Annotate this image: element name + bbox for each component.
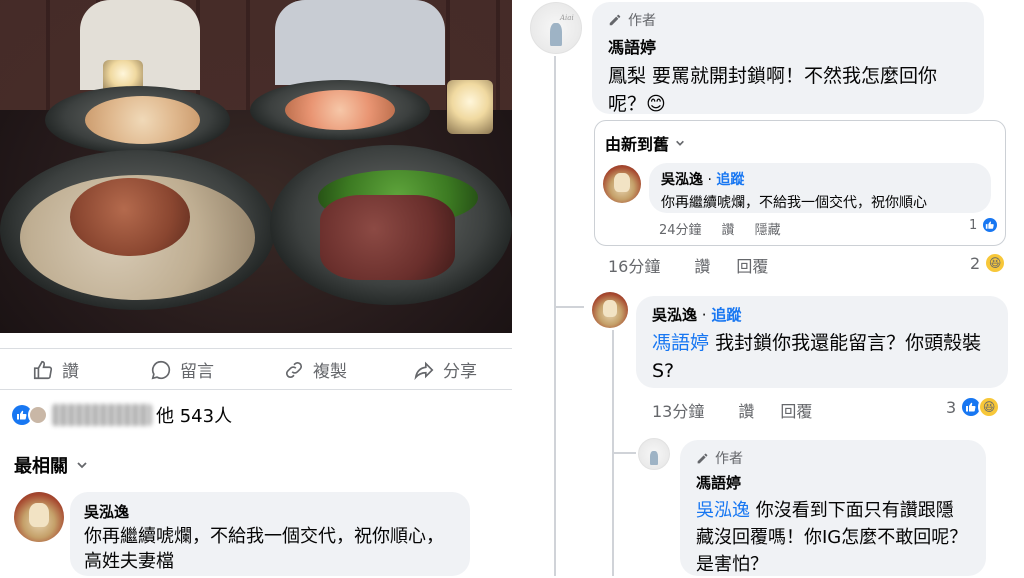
meta1-time: 16分鐘 (608, 257, 661, 276)
reply2-mention[interactable]: 吳泓逸 (696, 500, 750, 521)
link-icon (285, 361, 303, 378)
comment-reactions-1[interactable]: 2 😆 (970, 252, 1007, 274)
pasta (85, 96, 200, 144)
comment-meta-1: 16分鐘 讚 回覆 (608, 253, 768, 277)
reply1-bubble: 吳泓逸 · 追蹤 馮語婷 我封鎖你我還能留言？你頭殼裝S? (636, 296, 1008, 388)
pencil-icon (609, 14, 621, 26)
thread-branch-nested (614, 452, 636, 454)
post-action-bar: 讚 留言 複製 分享 (0, 348, 512, 390)
quoted-meta: 24分鐘 讚 隱藏 (659, 219, 781, 238)
reply2-bubble: 作者 馮語婷 吳泓逸 你沒看到下面只有讚跟隱藏沒回覆嗎！你IG怎麼不敢回呢？是害… (680, 440, 986, 576)
quoted-reactions[interactable]: 1 (969, 216, 1000, 234)
roast-duck (70, 178, 190, 256)
reaction-count: 他 543人 (156, 406, 233, 427)
quoted-bubble: 吳泓逸 · 追蹤 你再繼續唬爛，不給我一個交代，祝你順心 (649, 163, 991, 213)
author-name[interactable]: 馮語婷 (608, 34, 968, 58)
reply1-follow[interactable]: 追蹤 (711, 306, 741, 324)
sort-most-relevant[interactable]: 最相關 (14, 452, 88, 478)
sort-newest[interactable]: 由新到舊 (605, 131, 685, 155)
meta2-time: 13分鐘 (652, 402, 705, 421)
reply1-text-row: 馮語婷 我封鎖你我還能留言？你頭殼裝S? (652, 329, 992, 385)
author-avatar[interactable]: Aiai (530, 2, 582, 54)
sort-newest-label: 由新到舊 (605, 135, 670, 154)
author-badge: 作者 (696, 448, 970, 468)
like-reaction-icon (981, 216, 1000, 234)
comment-bubble: 吳泓逸 你再繼續唬爛，不給我一個交代，祝你順心，高姓夫妻檔 (70, 492, 470, 576)
reply1-avatar[interactable] (592, 292, 628, 328)
chevron-down-icon (77, 462, 87, 469)
haha-reaction-icon: 😆 (984, 252, 1007, 274)
reply2-text-row: 吳泓逸 你沒看到下面只有讚跟隱藏沒回覆嗎！你IG怎麼不敢回呢？是害怕？ (696, 497, 970, 578)
quoted-like[interactable]: 讚 (722, 219, 735, 238)
meta2-like[interactable]: 讚 (738, 398, 754, 422)
reply1-mention[interactable]: 馮語婷 (652, 332, 709, 354)
quoted-comment-card: 由新到舊 吳泓逸 · 追蹤 你再繼續唬爛，不給我一個交代，祝你順心 24分鐘 讚… (594, 120, 1006, 246)
pencil-icon (697, 453, 708, 463)
copy-label: 複製 (313, 362, 347, 382)
copy-button[interactable]: 複製 (283, 357, 347, 382)
comment-button[interactable]: 留言 (150, 357, 214, 382)
chevron-down-icon (676, 140, 684, 146)
steak (320, 195, 455, 280)
share-label: 分享 (443, 362, 477, 382)
like-label: 讚 (62, 362, 79, 382)
meta2-reply[interactable]: 回覆 (780, 398, 812, 422)
comment-bubble-icon (151, 360, 171, 379)
comment-reactions-2[interactable]: 3 😆 (946, 396, 1001, 418)
reply1-name[interactable]: 吳泓逸 (652, 306, 697, 324)
haha-reaction-icon: 😆 (978, 396, 1001, 418)
panel-divider (512, 0, 516, 576)
quoted-name[interactable]: 吳泓逸 (661, 172, 703, 188)
like-button[interactable]: 讚 (32, 357, 79, 382)
sort-label: 最相關 (14, 456, 68, 477)
author-badge: 作者 (608, 10, 968, 30)
comment-label: 留言 (180, 362, 214, 382)
quoted-hide[interactable]: 隱藏 (755, 219, 781, 238)
food-photo (0, 0, 512, 333)
share-arrow-icon (414, 361, 434, 380)
blurred-avatar (28, 405, 48, 425)
seafood (285, 90, 395, 130)
author-comment-text: 鳳梨 要罵就開封鎖啊！不然我怎麼回你呢？😊 (608, 65, 938, 115)
quoted-follow[interactable]: 追蹤 (716, 172, 744, 188)
quoted-avatar[interactable] (603, 165, 641, 203)
author-comment-bubble: 作者 馮語婷 鳳梨 要罵就開封鎖啊！不然我怎麼回你呢？😊 (592, 2, 984, 115)
thumbs-up-icon (33, 360, 53, 379)
meta1-like[interactable]: 讚 (694, 253, 710, 277)
candle-right (447, 80, 493, 134)
commenter-name[interactable]: 吳泓逸 (84, 501, 456, 522)
diner-right (275, 0, 445, 85)
reply2-name[interactable]: 馮語婷 (696, 472, 970, 493)
quoted-time: 24分鐘 (659, 223, 702, 238)
reply2-avatar[interactable] (638, 438, 670, 470)
avatar[interactable] (14, 492, 64, 542)
meta1-reply[interactable]: 回覆 (736, 253, 768, 277)
quoted-text: 你再繼續唬爛，不給我一個交代，祝你順心 (661, 195, 927, 211)
blurred-names (52, 404, 152, 426)
comment-meta-2: 13分鐘 讚 回覆 (652, 398, 812, 422)
reaction-summary[interactable]: 他 543人 (12, 402, 232, 428)
thread-line (554, 56, 556, 576)
comment-text: 你再繼續唬爛，不給我一個交代，祝你順心，高姓夫妻檔 (84, 526, 444, 572)
share-button[interactable]: 分享 (413, 357, 477, 382)
thread-branch (556, 306, 584, 308)
